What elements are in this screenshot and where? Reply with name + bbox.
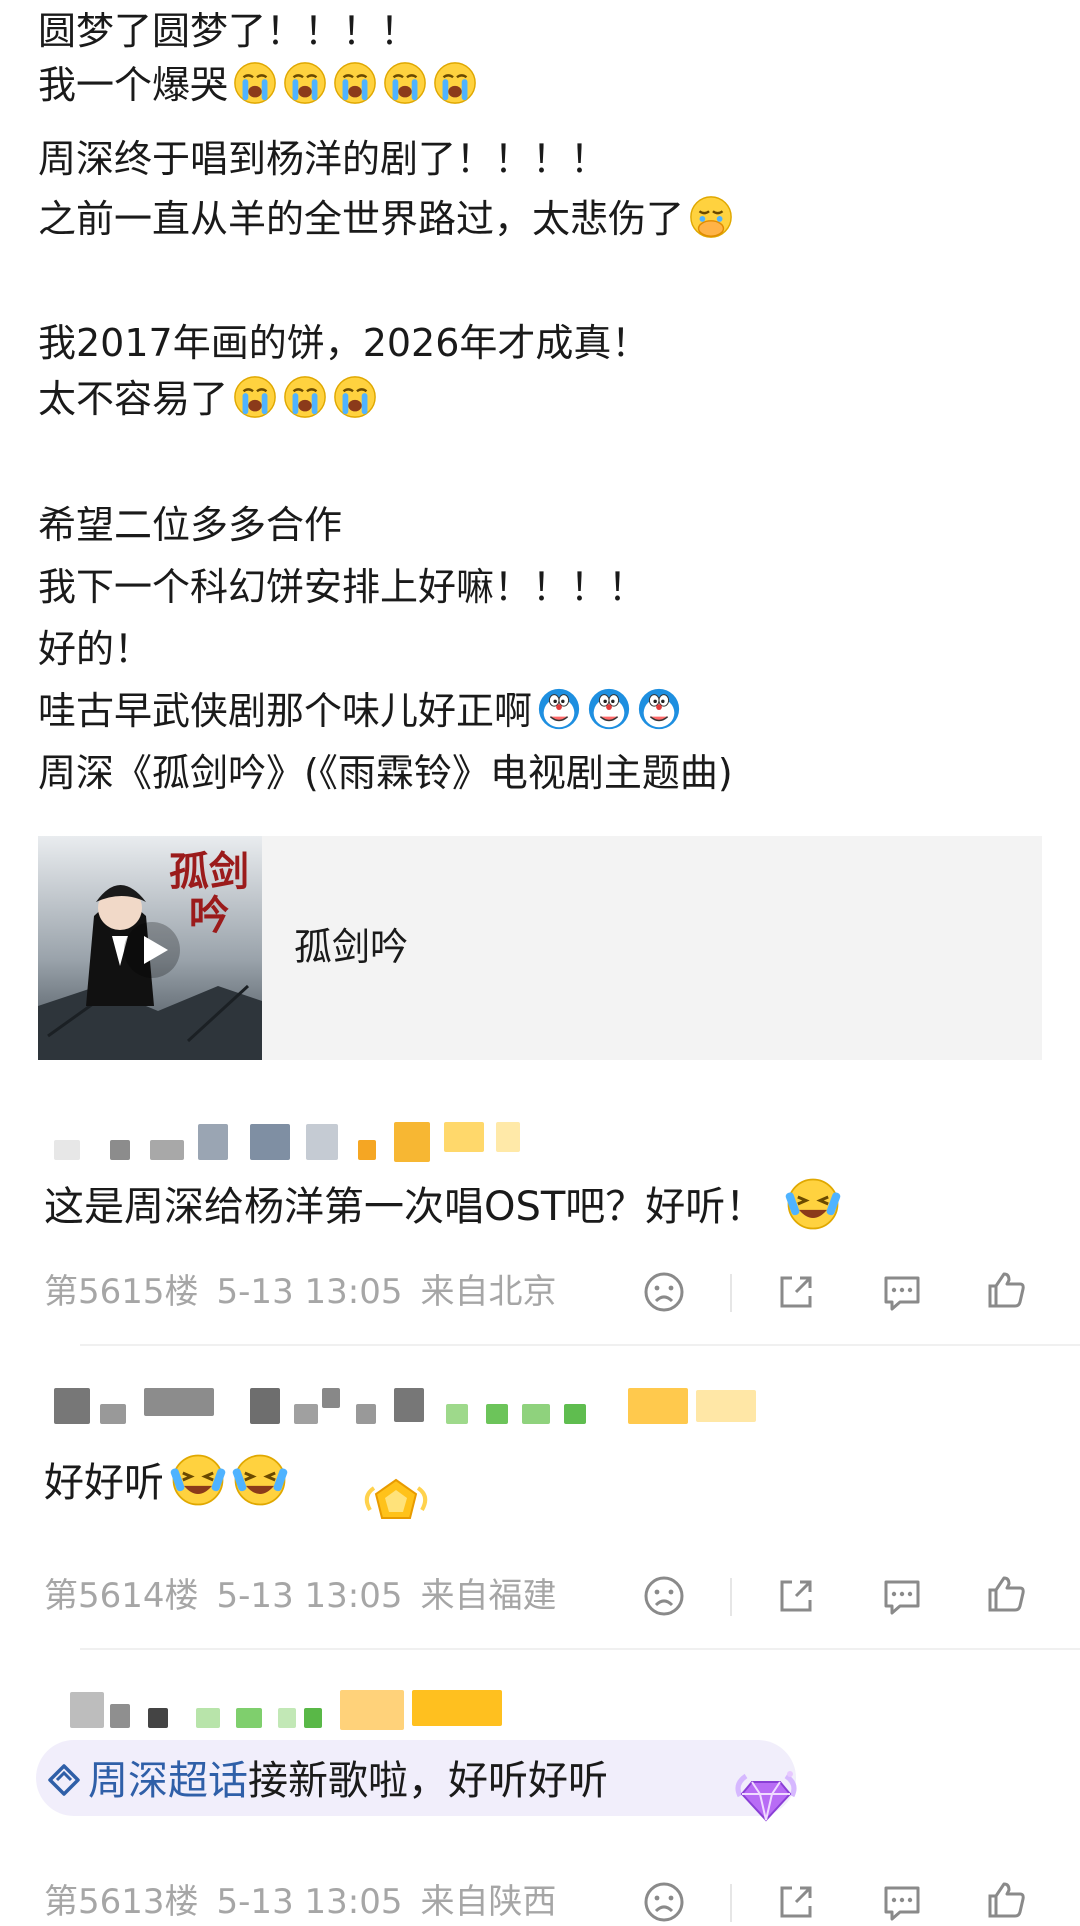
post-line-3: 周深终于唱到杨洋的剧了！！！！ (38, 137, 609, 181)
doraemon-emoji-icon (636, 686, 682, 732)
post-line-11: 周深《孤剑吟》(《雨霖铃》电视剧主题曲) (38, 751, 733, 795)
music-card[interactable]: 孤剑吟 孤剑吟 (38, 836, 1042, 1060)
post-line-10: 哇古早武侠剧那个味儿好正啊 (38, 686, 682, 734)
post-line-10-text: 哇古早武侠剧那个味儿好正啊 (38, 689, 533, 733)
comment-meta: 第5615楼 5-13 13:05 来自北京 (44, 1270, 575, 1314)
floor-number: 第5615楼 (44, 1272, 199, 1312)
crying-emoji-icon (232, 374, 278, 420)
share-icon[interactable] (774, 1574, 818, 1618)
post-line-6: 太不容易了 (38, 374, 378, 422)
comment-3-text: 接新歌啦，好听好听 (248, 1758, 608, 1804)
comment-date: 5-13 13:05 (216, 1882, 403, 1922)
comment-date: 5-13 13:05 (216, 1272, 403, 1312)
crying-emoji-icon (232, 60, 278, 106)
doraemon-emoji-icon (536, 686, 582, 732)
comment-text: 好好听 (44, 1452, 288, 1509)
gem-badge-icon (735, 1771, 797, 1822)
floor-number: 第5614楼 (44, 1576, 199, 1616)
comment-location: 来自陕西 (420, 1882, 557, 1922)
divider (730, 1578, 732, 1616)
post-line-7: 希望二位多多合作 (38, 503, 343, 547)
laughing-crying-emoji-icon (170, 1452, 226, 1508)
comment-text: 周深超话接新歌啦，好听好听 (44, 1755, 608, 1807)
thumbs-up-icon[interactable] (984, 1572, 1028, 1616)
laughing-crying-emoji-icon (232, 1452, 288, 1508)
post-line-8: 我下一个科幻饼安排上好嘛！！！！ (38, 565, 647, 609)
comment-divider (80, 1344, 1080, 1346)
comment-2-text: 好好听 (44, 1460, 164, 1506)
post-line-6-text: 太不容易了 (38, 377, 229, 421)
doraemon-emoji-icon (586, 686, 632, 732)
comment-icon[interactable] (880, 1880, 924, 1924)
comment-date: 5-13 13:05 (216, 1576, 403, 1616)
post-line-5: 我2017年画的饼，2026年才成真！ (38, 321, 650, 365)
floor-number: 第5613楼 (44, 1882, 199, 1922)
comment-location: 来自福建 (420, 1576, 557, 1616)
post-line-9: 好的！ (38, 627, 153, 671)
comment-text: 这是周深给杨洋第一次唱OST吧？好听！ (44, 1176, 841, 1233)
thumbs-up-icon[interactable] (984, 1268, 1028, 1312)
comment-location: 来自北京 (420, 1272, 557, 1312)
comment-1-text: 这是周深给杨洋第一次唱OST吧？好听！ (44, 1184, 766, 1230)
comment-icon[interactable] (880, 1270, 924, 1314)
frown-icon[interactable] (642, 1880, 686, 1924)
frown-icon[interactable] (642, 1270, 686, 1314)
crying-emoji-icon (282, 374, 328, 420)
crying-emoji-icon (282, 60, 328, 106)
play-icon[interactable] (122, 920, 182, 980)
comment-meta: 第5613楼 5-13 13:05 来自陕西 (44, 1880, 575, 1924)
fan-badge-icon (364, 1478, 428, 1519)
divider (730, 1274, 732, 1312)
crying-emoji-icon (332, 374, 378, 420)
crying-emoji-icon (432, 60, 478, 106)
crying-emoji-icon (382, 60, 428, 106)
share-icon[interactable] (774, 1270, 818, 1314)
album-cover[interactable]: 孤剑吟 (38, 836, 262, 1060)
crying-emoji-icon (332, 60, 378, 106)
comment-divider (80, 1648, 1080, 1650)
divider (730, 1884, 732, 1922)
post-line-2-text: 我一个爆哭 (38, 63, 229, 107)
comment-meta: 第5614楼 5-13 13:05 来自福建 (44, 1574, 575, 1618)
super-topic-icon (48, 1764, 80, 1796)
post-line-1: 圆梦了圆梦了！！！！ (38, 9, 419, 53)
laughing-crying-emoji-icon (785, 1176, 841, 1232)
frown-icon[interactable] (642, 1574, 686, 1618)
share-icon[interactable] (774, 1880, 818, 1924)
music-title[interactable]: 孤剑吟 (294, 922, 408, 972)
post-line-4-text: 之前一直从羊的全世界路过，太悲伤了 (38, 197, 685, 241)
post-line-2: 我一个爆哭 (38, 60, 478, 108)
super-topic-link[interactable]: 周深超话 (88, 1758, 248, 1804)
thumbs-up-icon[interactable] (984, 1878, 1028, 1922)
post-line-4: 之前一直从羊的全世界路过，太悲伤了 (38, 194, 734, 242)
hiding-face-crying-icon (688, 194, 734, 240)
comment-icon[interactable] (880, 1574, 924, 1618)
